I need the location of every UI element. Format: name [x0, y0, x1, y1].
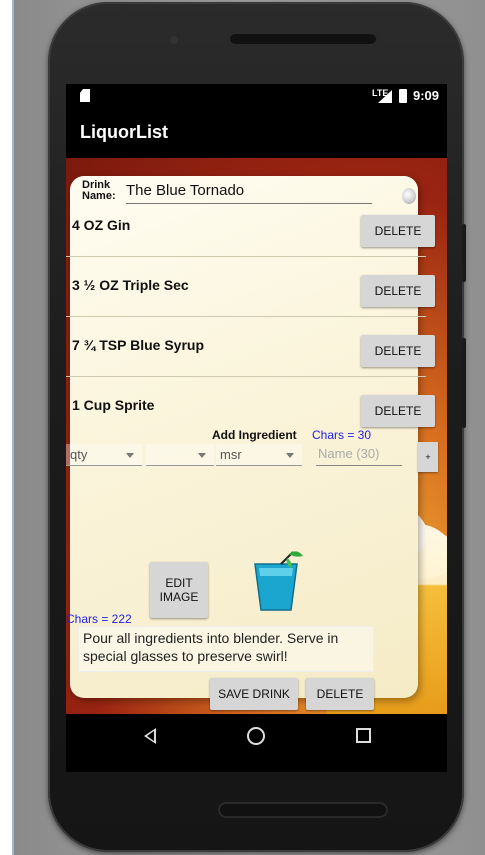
earpiece-speaker — [228, 32, 378, 46]
dropdown-arrow-icon — [126, 453, 134, 458]
navigation-bar — [66, 714, 447, 760]
app-bar: LiquorList — [66, 108, 447, 158]
ingredient-text: 4 OZ Gin — [72, 217, 131, 233]
ingredient-row: 7 ¾ TSP Blue Syrup DELETE — [66, 322, 447, 382]
measure-spinner-value: msr — [220, 447, 242, 462]
delete-ingredient-button[interactable]: DELETE — [361, 275, 435, 307]
ingredient-row: 3 ½ OZ Triple Sec DELETE — [66, 262, 447, 322]
recents-icon[interactable] — [356, 728, 371, 743]
delete-ingredient-button[interactable]: DELETE — [361, 215, 435, 247]
app-title: LiquorList — [80, 122, 168, 142]
delete-ingredient-button[interactable]: DELETE — [361, 395, 435, 427]
dropdown-arrow-icon — [198, 453, 206, 458]
back-icon-inner — [147, 731, 154, 741]
dropdown-arrow-icon — [286, 453, 294, 458]
ingredient-text: 7 ¾ TSP Blue Syrup — [72, 337, 205, 353]
battery-icon — [399, 89, 407, 103]
add-ingredient-label: Add Ingredient — [212, 428, 297, 442]
home-icon[interactable] — [247, 727, 265, 745]
qty-spinner[interactable]: qty — [66, 444, 142, 466]
ingredient-row: 4 OZ Gin DELETE — [66, 202, 447, 262]
edit-image-button[interactable]: EDIT IMAGE — [150, 562, 208, 618]
add-ingredient-button[interactable]: + — [418, 442, 438, 472]
power-button[interactable] — [462, 338, 466, 428]
row-divider — [66, 256, 426, 257]
signal-icon — [378, 90, 392, 103]
save-drink-button[interactable]: SAVE DRINK — [210, 678, 298, 710]
status-bar: LTE 9:09 — [66, 84, 447, 108]
phone-screen: LTE 9:09 LiquorList Drink Name: The Blue… — [66, 84, 447, 772]
ingredient-text: 3 ½ OZ Triple Sec — [72, 277, 189, 293]
front-camera — [170, 36, 178, 44]
delete-ingredient-button[interactable]: DELETE — [361, 335, 435, 367]
row-divider — [66, 316, 426, 317]
drink-name-input[interactable]: The Blue Tornado — [126, 182, 372, 204]
measure-spinner[interactable]: msr — [216, 444, 302, 466]
delete-drink-button[interactable]: DELETE — [306, 678, 374, 710]
ingredient-text: 1 Cup Sprite — [72, 397, 155, 413]
sim-card-icon — [80, 89, 90, 102]
status-time: 9:09 — [413, 88, 440, 103]
drink-name-label: Drink Name: — [82, 179, 116, 202]
ingredient-name-input[interactable]: Name (30) — [316, 446, 402, 466]
fraction-spinner[interactable] — [146, 444, 214, 466]
qty-spinner-value: qty — [70, 447, 88, 462]
ingredient-char-counter: Chars = 30 — [312, 428, 372, 442]
volume-button[interactable] — [462, 224, 466, 282]
blue-cocktail-glass-icon — [254, 551, 303, 611]
row-divider — [66, 376, 426, 377]
instructions-input[interactable]: Pour all ingredients into blender. Serve… — [78, 626, 374, 672]
drink-editor: Drink Name: The Blue Tornado 4 OZ Gin DE… — [66, 158, 447, 714]
bottom-speaker — [218, 802, 388, 818]
instructions-char-counter: Chars = 222 — [66, 612, 132, 626]
